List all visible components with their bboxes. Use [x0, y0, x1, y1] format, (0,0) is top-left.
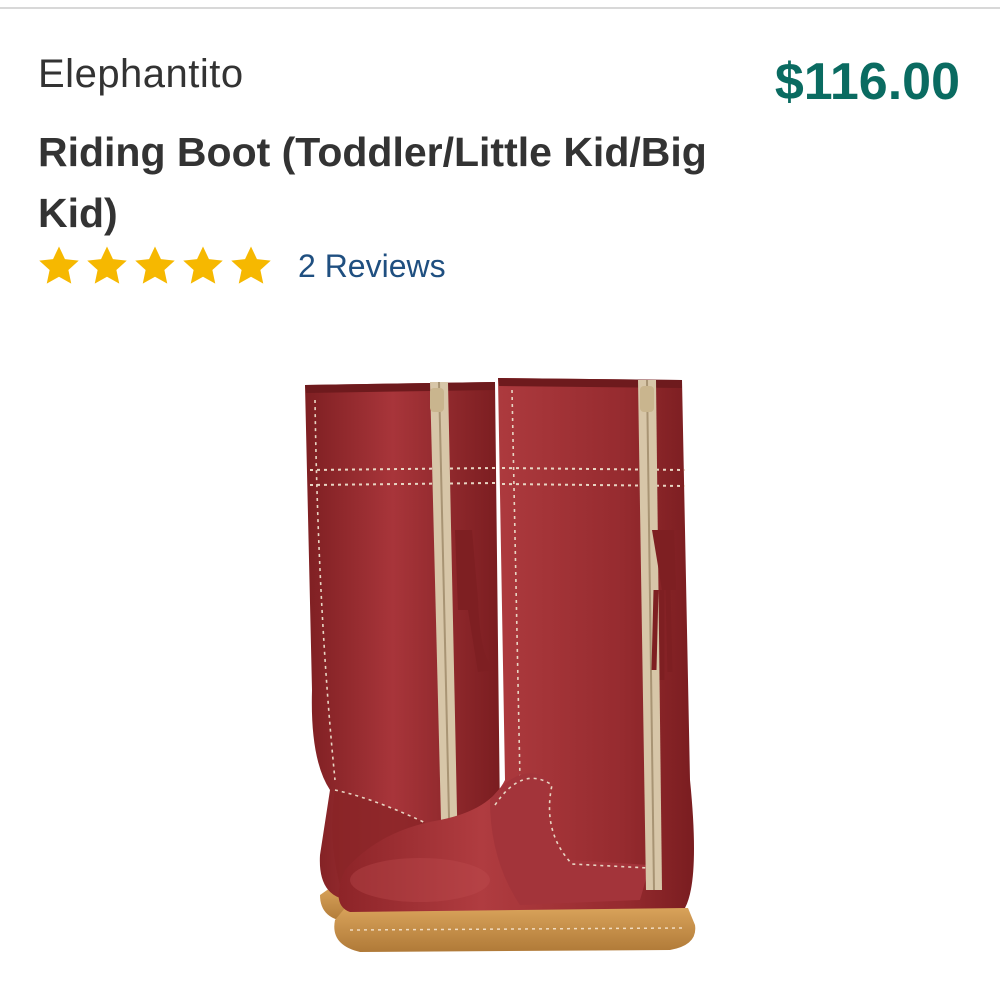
product-title: Riding Boot (Toddler/Little Kid/Big Kid)	[38, 129, 707, 236]
star-icon	[183, 246, 223, 284]
product-image[interactable]	[290, 360, 710, 960]
star-icon	[135, 246, 175, 284]
star-rating[interactable]	[36, 243, 274, 289]
product-price: $116.00	[774, 53, 960, 111]
reviews-link[interactable]: 2 Reviews	[298, 248, 446, 285]
rating-row: 2 Reviews	[36, 240, 446, 292]
brand-name[interactable]: Elephantito	[38, 52, 244, 97]
top-divider	[0, 0, 1000, 9]
star-icon	[231, 246, 271, 284]
product-page: Elephantito $116.00 Riding Boot (Toddler…	[0, 0, 1000, 1000]
star-icon	[39, 246, 79, 284]
star-icon	[87, 246, 127, 284]
